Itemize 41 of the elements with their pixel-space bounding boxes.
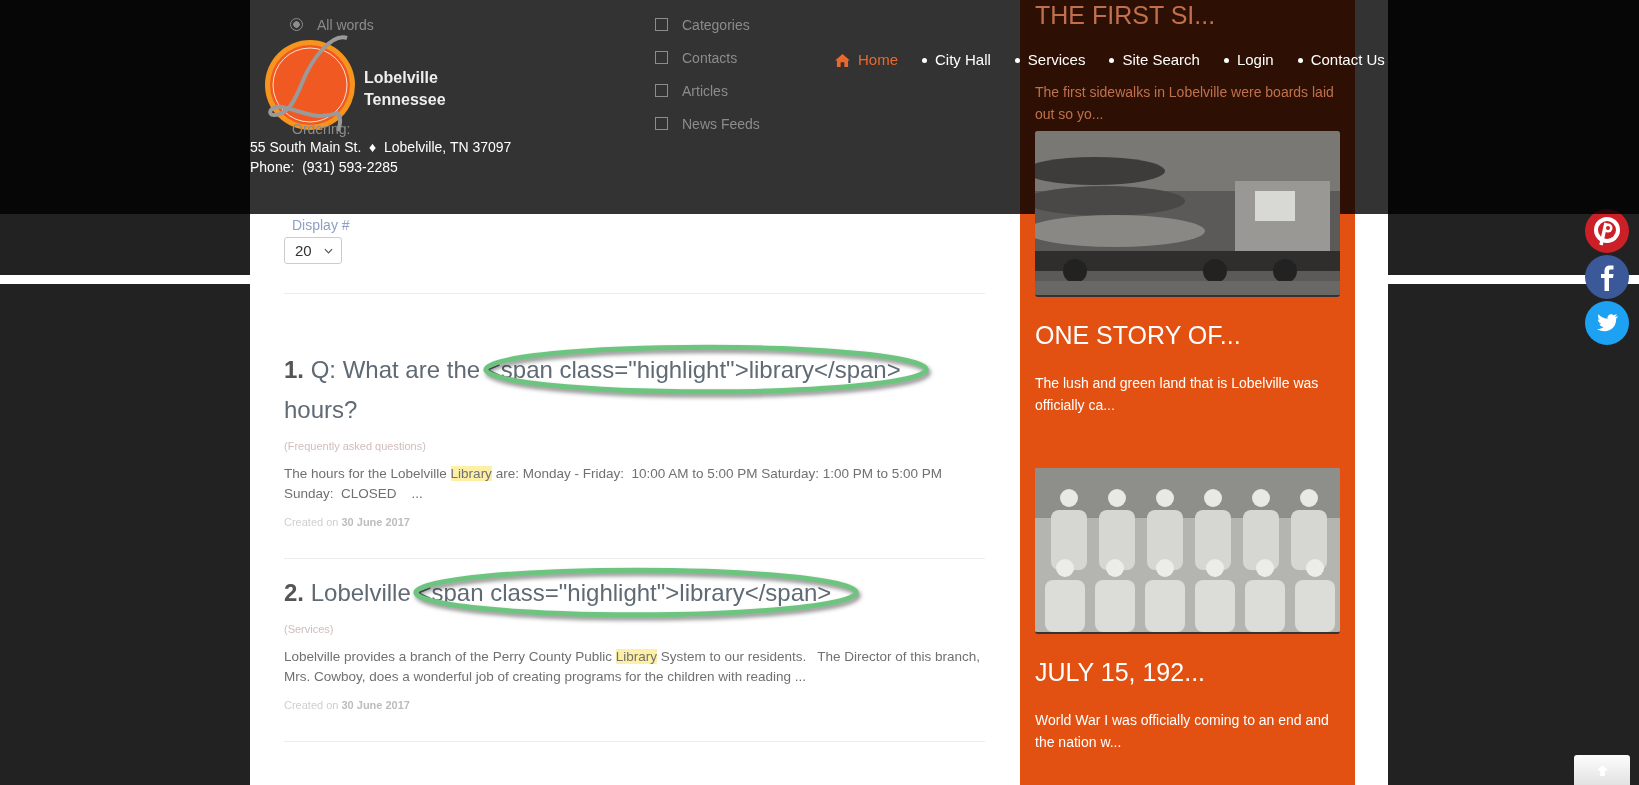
checkbox[interactable] — [655, 18, 668, 31]
checkbox[interactable] — [655, 84, 668, 97]
nav-link[interactable]: Home — [835, 50, 898, 70]
checkbox-label: Articles — [682, 82, 728, 99]
checkbox-label: News Feeds — [682, 115, 760, 132]
story-excerpt: The lush and green land that is Lobelville was officially ca... — [1035, 374, 1320, 415]
caret-icon — [324, 247, 333, 254]
result-snippet: The hours for the Lobelville Library are: Monday - Friday: 10:00 AM to 5:00 PM Saturday: 1:00 PM to 5:00 PM Sunday: CLOSED ... — [284, 465, 944, 503]
checkbox-label: Contacts — [682, 49, 738, 66]
bullet-icon — [1297, 57, 1303, 63]
address-text: 55 South Main St. ♦ Lobelville, TN 37097 — [250, 138, 512, 157]
bullet-icon — [1109, 57, 1115, 63]
checkbox[interactable] — [655, 51, 668, 64]
nav-link[interactable]: Services — [1014, 50, 1086, 70]
nav-link[interactable]: City Hall — [922, 50, 991, 70]
result-snippet: Lobelville provides a branch of the Perry County Public Library System to our residents. The Director of this branch, Mrs. Cowboy, does a wonderful job of creating programs for the children with reading ... — [284, 648, 982, 686]
home-icon — [835, 53, 850, 67]
bullet-icon — [1014, 57, 1020, 63]
nav-link[interactable]: Contact Us — [1297, 50, 1385, 70]
arrow-up-icon — [1595, 763, 1609, 777]
story-title[interactable]: THE FIRST SI... — [1035, 0, 1340, 30]
result-category: (Frequently asked questions) — [284, 440, 427, 452]
bullet-icon — [1223, 57, 1229, 63]
story-title[interactable]: ONE STORY OF... — [1035, 318, 1340, 352]
twitter-icon[interactable] — [1585, 301, 1629, 345]
story-excerpt: The first sidewalks in Lobelville were boards laid out so yo... — [1035, 83, 1335, 124]
site-name: Tennessee — [364, 90, 446, 110]
bullet-icon — [922, 57, 927, 63]
radio-label: All words — [317, 16, 374, 33]
nav-link[interactable]: Site Search — [1109, 50, 1200, 70]
nav-link[interactable]: Login — [1223, 50, 1274, 70]
site-name: Lobelville — [364, 68, 439, 88]
checkbox[interactable] — [655, 117, 668, 130]
facebook-icon[interactable] — [1585, 255, 1629, 299]
checkbox-label: Categories — [682, 16, 750, 33]
story-title[interactable]: JULY 15, 192... — [1035, 655, 1340, 689]
story-excerpt: World War I was officially coming to an end and the nation w... — [1035, 711, 1330, 752]
display-label: Display # — [292, 217, 351, 233]
result-category: (Services) — [284, 623, 335, 635]
display-select[interactable]: 20 — [284, 237, 342, 264]
phone-text: Phone: (931) 593-2285 — [250, 158, 398, 177]
